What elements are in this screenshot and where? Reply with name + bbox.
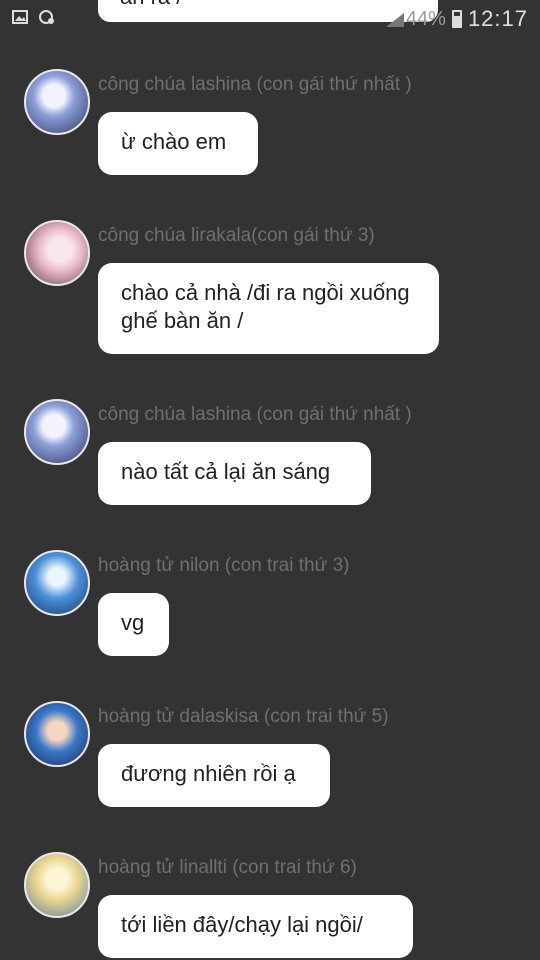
avatar[interactable]	[24, 399, 90, 465]
message-text: chào cả nhà /đi ra ngồi xuống ghế bàn ăn…	[121, 280, 410, 333]
sender-name: công chúa lirakala(con gái thứ 3)	[98, 225, 375, 246]
message-bubble[interactable]: nào tất cả lại ăn sáng	[98, 442, 371, 505]
message-bubble[interactable]: chào cả nhà /đi ra ngồi xuống ghế bàn ăn…	[98, 263, 439, 354]
message-bubble[interactable]: vg	[98, 593, 169, 656]
message-text: ừ chào em	[121, 129, 227, 154]
battery-percent: 44%	[405, 7, 446, 30]
message-bubble[interactable]: tới liền đây/chạy lại ngồi/	[98, 895, 413, 958]
status-right-icons: 44% 12:17	[384, 6, 528, 32]
sender-name: công chúa lashina (con gái thứ nhất )	[98, 404, 412, 425]
avatar[interactable]	[24, 550, 90, 616]
message-bubble[interactable]: đương nhiên rồi ạ	[98, 744, 330, 807]
avatar[interactable]	[24, 852, 90, 918]
settings-notification-icon	[38, 9, 54, 25]
image-icon	[12, 9, 28, 25]
message-text: đương nhiên rồi ạ	[121, 761, 296, 786]
avatar[interactable]	[24, 69, 90, 135]
battery-icon	[451, 10, 462, 28]
signal-icon	[384, 11, 404, 27]
avatar[interactable]	[24, 701, 90, 767]
status-bar: 44% 12:17	[0, 0, 540, 34]
clock: 12:17	[467, 6, 528, 31]
sender-name: hoàng tử dalaskisa (con trai thứ 5)	[98, 706, 389, 727]
sender-name: hoàng tử linallti (con trai thứ 6)	[98, 857, 357, 878]
message-text: vg	[121, 610, 145, 635]
avatar[interactable]	[24, 220, 90, 286]
message-text: nào tất cả lại ăn sáng	[121, 459, 331, 484]
message-text: tới liền đây/chạy lại ngồi/	[121, 912, 363, 937]
sender-name: công chúa lashina (con gái thứ nhất )	[98, 74, 412, 95]
message-bubble[interactable]: ừ chào em	[98, 112, 258, 175]
status-left-icons	[12, 9, 54, 25]
sender-name: hoàng tử nilon (con trai thứ 3)	[98, 555, 350, 576]
